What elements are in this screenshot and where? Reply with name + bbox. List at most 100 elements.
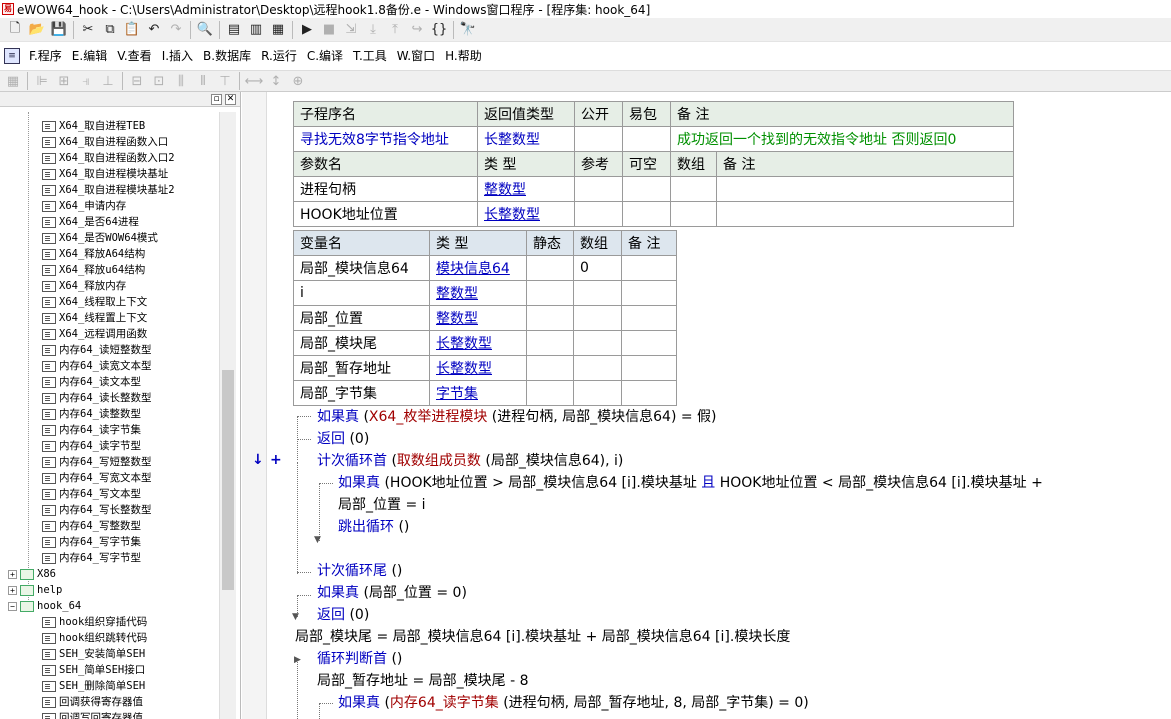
tree-item[interactable]: 内存64_写文本型 [42, 486, 141, 502]
copy-icon[interactable]: ⧉ [99, 20, 121, 40]
code-line[interactable]: 计次循环尾 () [317, 560, 402, 582]
code-editor[interactable]: ↓ + 子程序名 返回值类型 公开 易包 备 注 寻找无效8字节指令地址 长整数… [242, 92, 1171, 719]
align-center-icon[interactable]: ⊞ [53, 71, 75, 91]
tree-item[interactable]: 内存64_写宽文本型 [42, 470, 151, 486]
var-name[interactable]: 局部_字节集 [293, 380, 430, 406]
menu-edit[interactable]: E.编辑 [67, 42, 112, 70]
program-menu-icon[interactable]: ≡ [4, 48, 20, 64]
paste-icon[interactable]: 📋 [121, 20, 143, 40]
tree-item[interactable]: 内存64_读文本型 [42, 374, 141, 390]
code-line[interactable]: 如果真 (局部_位置 = 0) [317, 582, 467, 604]
code-line[interactable]: 如果真 (HOOK地址位置 > 局部_模块信息64 [i].模块基址 且 HOO… [338, 472, 1043, 494]
var-remark[interactable] [621, 255, 677, 281]
tree-item[interactable]: 内存64_写字节型 [42, 550, 141, 566]
menu-view[interactable]: V.查看 [112, 42, 156, 70]
menu-compile[interactable]: C.编译 [302, 42, 348, 70]
tree-item[interactable]: X64_取自进程TEB [42, 118, 145, 134]
code-line[interactable]: 局部_位置 = i [338, 494, 426, 516]
tree-folder[interactable]: + help [8, 582, 62, 598]
cut-icon[interactable]: ✂ [77, 20, 99, 40]
tree-folder[interactable]: + X86 [8, 566, 56, 582]
same-width-icon[interactable]: ⫼ [170, 71, 192, 91]
tree-item[interactable]: 内存64_写短整数型 [42, 454, 151, 470]
preview-icon[interactable]: 🔍 [194, 20, 216, 40]
var-remark[interactable] [621, 380, 677, 406]
var-type[interactable]: 模块信息64 [429, 255, 527, 281]
var-array[interactable] [573, 305, 622, 331]
menu-database[interactable]: B.数据库 [198, 42, 256, 70]
menu-window[interactable]: W.窗口 [392, 42, 440, 70]
breakpoint-icon[interactable]: {} [428, 20, 450, 40]
same-size-icon[interactable]: ⊤ [214, 71, 236, 91]
save-icon[interactable]: 💾 [48, 20, 70, 40]
run-icon[interactable]: ▶ [296, 20, 318, 40]
tree-item[interactable]: SEH_简单SEH接口 [42, 662, 145, 678]
var-static[interactable] [526, 280, 574, 306]
param-array[interactable] [670, 201, 717, 227]
var-array[interactable] [573, 330, 622, 356]
param-nullable[interactable] [622, 201, 671, 227]
param-remark[interactable] [716, 176, 1014, 202]
step-icon[interactable]: ⇲ [340, 20, 362, 40]
tree-item[interactable]: X64_是否WOW64模式 [42, 230, 158, 246]
tree-item[interactable]: hook组织穿插代码 [42, 614, 147, 630]
tree-item[interactable]: 内存64_读长整数型 [42, 390, 151, 406]
tree-item[interactable]: X64_是否64进程 [42, 214, 139, 230]
expand-toggle-icon[interactable]: + [8, 585, 17, 595]
param-array[interactable] [670, 176, 717, 202]
param-ref[interactable] [574, 176, 623, 202]
tree-item[interactable]: X64_申请内存 [42, 198, 126, 214]
menu-tools[interactable]: T.工具 [348, 42, 392, 70]
tree-item[interactable]: X64_取自进程模块基址 [42, 166, 168, 182]
code-line[interactable]: 返回 (0) [317, 604, 369, 626]
code-line[interactable]: 如果真 (内存64_读字节集 (进程句柄, 局部_暂存地址, 8, 局部_字节集… [338, 692, 809, 714]
align-left-icon[interactable]: ⊫ [31, 71, 53, 91]
tree-item[interactable]: X64_取自进程模块基址2 [42, 182, 175, 198]
menu-program[interactable]: F.程序 [24, 42, 67, 70]
code-line[interactable]: 返回 (0) [317, 428, 369, 450]
var-array[interactable] [573, 280, 622, 306]
var-type[interactable]: 整数型 [429, 305, 527, 331]
tree-item[interactable]: 内存64_写长整数型 [42, 502, 151, 518]
var-array[interactable]: 0 [573, 255, 622, 281]
tree-item[interactable]: X64_线程取上下文 [42, 294, 147, 310]
sidebar-close-icon[interactable]: ✕ [225, 93, 236, 105]
tree-item[interactable]: SEH_删除简单SEH [42, 678, 145, 694]
code-line[interactable]: 如果真 (X64_枚举进程模块 (进程句柄, 局部_模块信息64) = 假) [317, 406, 717, 428]
expand-toggle-icon[interactable]: − [8, 601, 17, 611]
var-array[interactable] [573, 380, 622, 406]
var-type[interactable]: 字节集 [429, 380, 527, 406]
menu-run[interactable]: R.运行 [256, 42, 302, 70]
step-over-icon[interactable]: ↪ [406, 20, 428, 40]
center-v-icon[interactable]: ↕ [265, 71, 287, 91]
public-cell[interactable] [574, 126, 623, 152]
var-name[interactable]: i [293, 280, 430, 306]
var-static[interactable] [526, 355, 574, 381]
var-static[interactable] [526, 305, 574, 331]
code-line[interactable]: 局部_暂存地址 = 局部_模块尾 - 8 [317, 670, 529, 692]
menu-insert[interactable]: I.插入 [157, 42, 198, 70]
return-type[interactable]: 长整数型 [477, 126, 575, 152]
tree-item[interactable]: hook组织跳转代码 [42, 630, 147, 646]
tree-folder[interactable]: − hook_64 [8, 598, 81, 614]
expand-toggle-icon[interactable]: + [8, 569, 17, 579]
var-remark[interactable] [621, 280, 677, 306]
expand-marker-icon[interactable]: + [270, 452, 282, 468]
param-ref[interactable] [574, 201, 623, 227]
step-out-icon[interactable]: ⤒ [384, 20, 406, 40]
param-type[interactable]: 整数型 [477, 176, 575, 202]
var-type[interactable]: 整数型 [429, 280, 527, 306]
menu-help[interactable]: H.帮助 [440, 42, 487, 70]
code-line[interactable]: 计次循环首 (取数组成员数 (局部_模块信息64), i) [317, 450, 623, 472]
tree-item[interactable]: SEH_安装简单SEH [42, 646, 145, 662]
new-file-icon[interactable]: 🗋 [4, 20, 26, 40]
tree-item[interactable]: X64_线程置上下文 [42, 310, 147, 326]
tree-item[interactable]: X64_取自进程函数入口 [42, 134, 168, 150]
tree-item[interactable]: X64_释放内存 [42, 278, 126, 294]
tree-item[interactable]: 内存64_读字节集 [42, 422, 141, 438]
tree-item[interactable]: X64_释放u64结构 [42, 262, 145, 278]
tree-item[interactable]: 回调写回寄存器值 [42, 710, 143, 719]
var-remark[interactable] [621, 330, 677, 356]
sidebar-scroll-thumb[interactable] [222, 370, 234, 590]
tree-item[interactable]: 回调获得寄存器值 [42, 694, 143, 710]
